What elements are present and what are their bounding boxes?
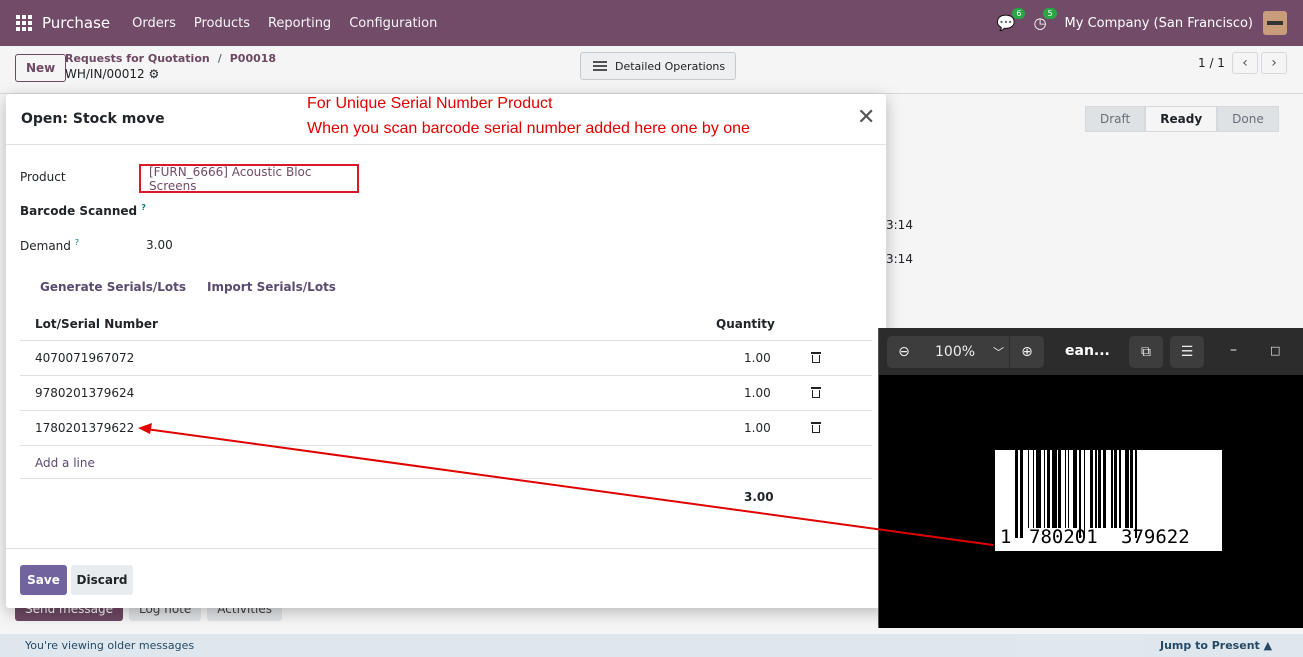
qty-cell[interactable]: 1.00 <box>744 421 771 435</box>
dialog-header: Open: Stock move For Unique Serial Numbe… <box>6 94 886 145</box>
lot-cell[interactable]: 1780201379622 <box>35 421 134 435</box>
zoom-level[interactable]: 100% ﹀ <box>921 336 1009 368</box>
image-viewer-window: ⊖ 100% ﹀ ⊕ ean... ⧉ ☰ – □ 1 780201 379622 <box>878 328 1303 628</box>
col-quantity[interactable]: Quantity <box>716 317 775 331</box>
menu-reporting[interactable]: Reporting <box>268 16 331 31</box>
col-lot-serial[interactable]: Lot/Serial Number <box>35 317 158 331</box>
table-header: Lot/Serial Number Quantity <box>20 308 872 341</box>
barcode-scanned-label: Barcode Scanned ? <box>20 203 146 218</box>
total-row: 3.00 <box>20 479 872 515</box>
company-switcher[interactable]: My Company (San Francisco) <box>1065 16 1253 31</box>
close-icon[interactable]: ✕ <box>857 107 875 129</box>
qty-cell[interactable]: 1.00 <box>744 351 771 365</box>
lot-cell[interactable]: 9780201379624 <box>35 386 134 400</box>
table-row[interactable]: 9780201379624 1.00 <box>20 376 872 411</box>
trash-icon[interactable] <box>811 421 821 433</box>
product-label: Product <box>20 170 66 184</box>
product-value[interactable]: [FURN_6666] Acoustic Bloc Screens <box>149 165 357 193</box>
app-grid-icon[interactable] <box>16 15 32 31</box>
activity-clock-icon[interactable]: ◷ 5 <box>1033 8 1057 32</box>
barcode-scanned-text: Barcode Scanned <box>20 204 138 218</box>
activity-badge: 5 <box>1043 8 1057 19</box>
user-avatar[interactable] <box>1263 11 1287 35</box>
help-icon[interactable]: ? <box>141 203 146 212</box>
zoom-in-icon[interactable]: ⊕ <box>1010 336 1044 368</box>
dialog-title: Open: Stock move <box>21 111 165 127</box>
annotation-line-1: For Unique Serial Number Product <box>307 95 553 112</box>
menu-orders[interactable]: Orders <box>132 16 176 31</box>
table-row[interactable]: 4070071967072 1.00 <box>20 341 872 376</box>
lot-cell[interactable]: 4070071967072 <box>35 351 134 365</box>
add-line-link[interactable]: Add a line <box>35 456 95 470</box>
discard-button[interactable]: Discard <box>71 565 133 595</box>
dialog-footer: Save Discard <box>6 548 886 608</box>
stock-move-dialog: Open: Stock move For Unique Serial Numbe… <box>6 94 886 608</box>
generate-serials-button[interactable]: Generate Serials/Lots <box>40 280 186 294</box>
trash-icon[interactable] <box>811 351 821 363</box>
add-line-row: Add a line <box>20 446 872 479</box>
product-field[interactable]: [FURN_6666] Acoustic Bloc Screens <box>139 164 359 193</box>
demand-label: Demand ? <box>20 238 79 253</box>
total-quantity: 3.00 <box>744 490 774 504</box>
menu-products[interactable]: Products <box>194 16 250 31</box>
annotation-line-2: When you scan barcode serial number adde… <box>307 120 750 137</box>
rotate-icon[interactable]: ⧉ <box>1129 336 1163 368</box>
demand-text: Demand <box>20 239 71 253</box>
menu-icon[interactable]: ☰ <box>1170 336 1204 368</box>
chat-icon[interactable]: 💬 6 <box>997 8 1026 32</box>
minimize-icon[interactable]: – <box>1230 342 1237 358</box>
barcode-digit-first: 1 <box>1000 526 1012 548</box>
qty-cell[interactable]: 1.00 <box>744 386 771 400</box>
app-brand[interactable]: Purchase <box>42 14 110 32</box>
barcode-digits-right: 379622 <box>1121 526 1190 548</box>
trash-icon[interactable] <box>811 386 821 398</box>
zoom-out-icon[interactable]: ⊖ <box>887 336 921 368</box>
barcode-digits-left: 780201 <box>1029 526 1098 548</box>
save-button[interactable]: Save <box>20 565 67 595</box>
barcode-bars <box>1015 450 1215 538</box>
zoom-level-text: 100% <box>935 344 976 360</box>
viewer-title: ean... <box>1065 343 1110 359</box>
chat-badge: 6 <box>1012 8 1026 19</box>
maximize-icon[interactable]: □ <box>1270 344 1280 357</box>
demand-value: 3.00 <box>146 238 173 252</box>
menu-configuration[interactable]: Configuration <box>349 16 437 31</box>
import-serials-button[interactable]: Import Serials/Lots <box>207 280 336 294</box>
barcode-image: 1 780201 379622 <box>995 450 1222 551</box>
table-row[interactable]: 1780201379622 1.00 <box>20 411 872 446</box>
viewer-toolbar: ⊖ 100% ﹀ ⊕ ean... ⧉ ☰ – □ <box>879 328 1303 375</box>
help-icon[interactable]: ? <box>75 238 79 247</box>
top-navbar: Purchase Orders Products Reporting Confi… <box>0 0 1303 46</box>
chevron-down-icon[interactable]: ﹀ <box>993 344 1004 360</box>
serial-table: Lot/Serial Number Quantity 4070071967072… <box>20 308 872 515</box>
